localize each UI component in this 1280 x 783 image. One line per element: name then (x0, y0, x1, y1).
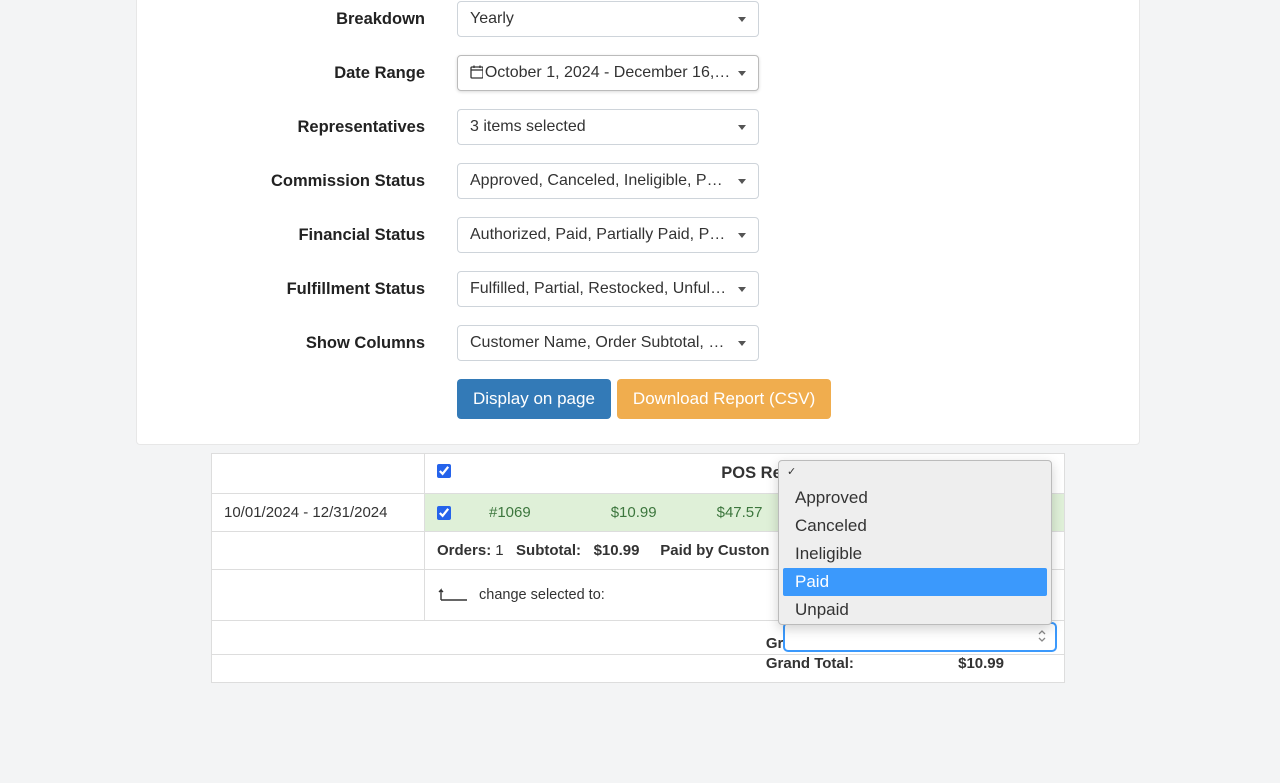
check-icon: ✓ (787, 465, 796, 478)
chevron-down-icon (738, 179, 746, 184)
financial-status-select[interactable]: Authorized, Paid, Partially Paid, Partia… (457, 217, 759, 253)
change-label: change selected to: (479, 587, 605, 603)
display-button[interactable]: Display on page (457, 379, 611, 419)
table-header-spacer (212, 454, 425, 494)
date-range-value: October 1, 2024 - December 16, 2024 (485, 64, 732, 82)
change-status-select[interactable] (783, 622, 1057, 652)
date-range-picker[interactable]: October 1, 2024 - December 16, 2024 (457, 55, 759, 91)
dropdown-option-paid[interactable]: Paid (783, 568, 1047, 596)
show-columns-select[interactable]: Customer Name, Order Subtotal, Paid l (457, 325, 759, 361)
arrow-up-right-icon (437, 584, 469, 606)
breakdown-value: Yearly (470, 10, 514, 28)
show-columns-label: Show Columns (137, 334, 457, 353)
fulfillment-status-label: Fulfillment Status (137, 280, 457, 299)
grand-total-val-2: $10.99 (958, 655, 1004, 672)
chevron-down-icon (738, 17, 746, 22)
dropdown-option-approved[interactable]: Approved (779, 484, 1051, 512)
representatives-select[interactable]: 3 items selected (457, 109, 759, 145)
calendar-icon (470, 65, 483, 82)
representatives-label: Representatives (137, 118, 457, 137)
row-checkbox[interactable] (437, 506, 451, 520)
chevron-down-icon (738, 341, 746, 346)
change-spacer (212, 570, 425, 621)
summary-spacer (212, 532, 425, 570)
breakdown-label: Breakdown (137, 10, 457, 29)
financial-status-label: Financial Status (137, 226, 457, 245)
financial-status-value: Authorized, Paid, Partially Paid, Partia… (470, 226, 730, 244)
date-range-cell: 10/01/2024 - 12/31/2024 (212, 494, 425, 532)
order-id: #1069 (489, 504, 531, 521)
select-all-checkbox[interactable] (437, 464, 451, 478)
download-csv-button[interactable]: Download Report (CSV) (617, 379, 831, 419)
chevron-down-icon (738, 233, 746, 238)
chevron-down-icon (738, 125, 746, 130)
order-v2: $47.57 (717, 504, 763, 521)
dropdown-blank-option[interactable]: ✓ (779, 461, 1051, 484)
grand-total-label-2: Grand Total: (766, 655, 854, 672)
fulfillment-status-value: Fulfilled, Partial, Restocked, Unfulfill… (470, 280, 730, 298)
dropdown-option-unpaid[interactable]: Unpaid (779, 596, 1051, 624)
commission-status-value: Approved, Canceled, Ineligible, Paid, U (470, 172, 730, 190)
dropdown-option-canceled[interactable]: Canceled (779, 512, 1051, 540)
representatives-value: 3 items selected (470, 118, 586, 136)
order-v1: $10.99 (611, 504, 657, 521)
header-right-label: POS Re (721, 464, 782, 482)
commission-status-select[interactable]: Approved, Canceled, Ineligible, Paid, U (457, 163, 759, 199)
show-columns-value: Customer Name, Order Subtotal, Paid l (470, 334, 730, 352)
dropdown-option-ineligible[interactable]: Ineligible (779, 540, 1051, 568)
status-dropdown[interactable]: ✓ ApprovedCanceledIneligiblePaidUnpaid (778, 460, 1052, 625)
commission-status-label: Commission Status (137, 172, 457, 191)
chevron-down-icon (738, 287, 746, 292)
breakdown-select[interactable]: Yearly (457, 1, 759, 37)
chevron-down-icon (738, 71, 746, 76)
date-range-label: Date Range (137, 64, 457, 83)
chevron-up-down-icon (1037, 629, 1047, 646)
fulfillment-status-select[interactable]: Fulfilled, Partial, Restocked, Unfulfill… (457, 271, 759, 307)
